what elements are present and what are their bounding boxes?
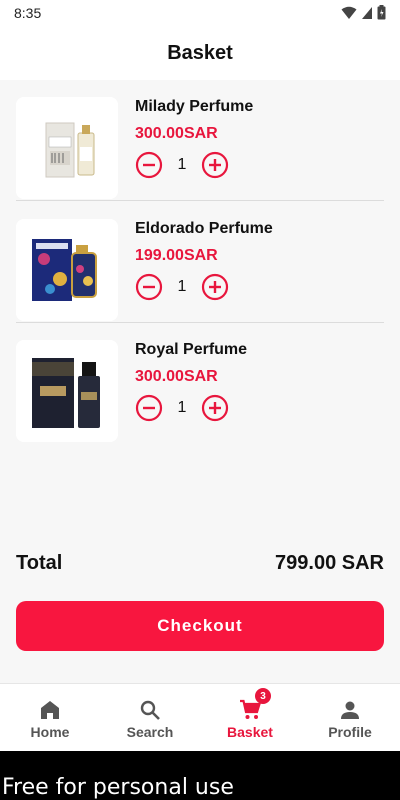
basket-item: Milady Perfume 300.00SAR 1 (16, 80, 384, 201)
product-price: 199.00SAR (135, 247, 218, 264)
status-icons (341, 5, 386, 20)
nav-label-profile: Profile (328, 724, 372, 740)
quantity-value: 1 (177, 278, 187, 295)
person-icon (341, 701, 359, 719)
nav-item-search[interactable]: Search (100, 684, 200, 751)
search-icon (140, 700, 160, 720)
cart-count-badge: 3 (255, 688, 271, 704)
product-name: Milady Perfume (135, 98, 254, 115)
minus-circle-icon[interactable] (135, 151, 163, 179)
minus-circle-icon[interactable] (135, 273, 163, 301)
bottom-nav: Home Search 3 Basket Profile (0, 683, 400, 751)
product-price: 300.00SAR (135, 125, 218, 142)
wifi-icon (341, 6, 357, 19)
quantity-stepper: 1 (135, 394, 229, 422)
quantity-value: 1 (177, 399, 187, 416)
nav-label-home: Home (30, 724, 70, 740)
page-title: Basket (167, 41, 233, 64)
plus-circle-icon[interactable] (201, 151, 229, 179)
basket-item: Royal Perfume 300.00SAR 1 (16, 323, 384, 444)
product-image-eldorado (16, 219, 118, 321)
nav-item-profile[interactable]: Profile (300, 684, 400, 751)
quantity-value: 1 (177, 156, 187, 173)
basket-item: Eldorado Perfume 199.00SAR 1 (16, 202, 384, 323)
nav-label-search: Search (126, 724, 174, 740)
watermark-text: Free for personal use (2, 775, 234, 800)
battery-icon (377, 5, 386, 20)
quantity-stepper: 1 (135, 151, 229, 179)
product-price: 300.00SAR (135, 368, 218, 385)
product-image-milady (16, 97, 118, 199)
checkout-button[interactable]: Checkout (16, 601, 384, 651)
total-label: Total (16, 552, 63, 574)
nav-label-basket: Basket (227, 724, 273, 740)
quantity-stepper: 1 (135, 273, 229, 301)
plus-circle-icon[interactable] (201, 394, 229, 422)
status-bar: 8:35 (0, 0, 400, 26)
status-time: 8:35 (14, 5, 42, 21)
product-name: Royal Perfume (135, 341, 248, 358)
home-icon (41, 701, 59, 719)
watermark-bar: Free for personal use (0, 751, 400, 800)
minus-circle-icon[interactable] (135, 394, 163, 422)
product-name: Eldorado Perfume (135, 220, 273, 237)
app-header: Basket (0, 26, 400, 80)
total-row: Total 799.00 SAR (16, 552, 384, 575)
plus-circle-icon[interactable] (201, 273, 229, 301)
nav-item-basket[interactable]: 3 Basket (200, 684, 300, 751)
nav-item-home[interactable]: Home (0, 684, 100, 751)
signal-icon (362, 6, 372, 19)
total-value: 799.00 SAR (275, 552, 384, 574)
basket-content: Milady Perfume 300.00SAR 1 Eldorado Perf… (0, 80, 400, 683)
product-image-royal (16, 340, 118, 442)
